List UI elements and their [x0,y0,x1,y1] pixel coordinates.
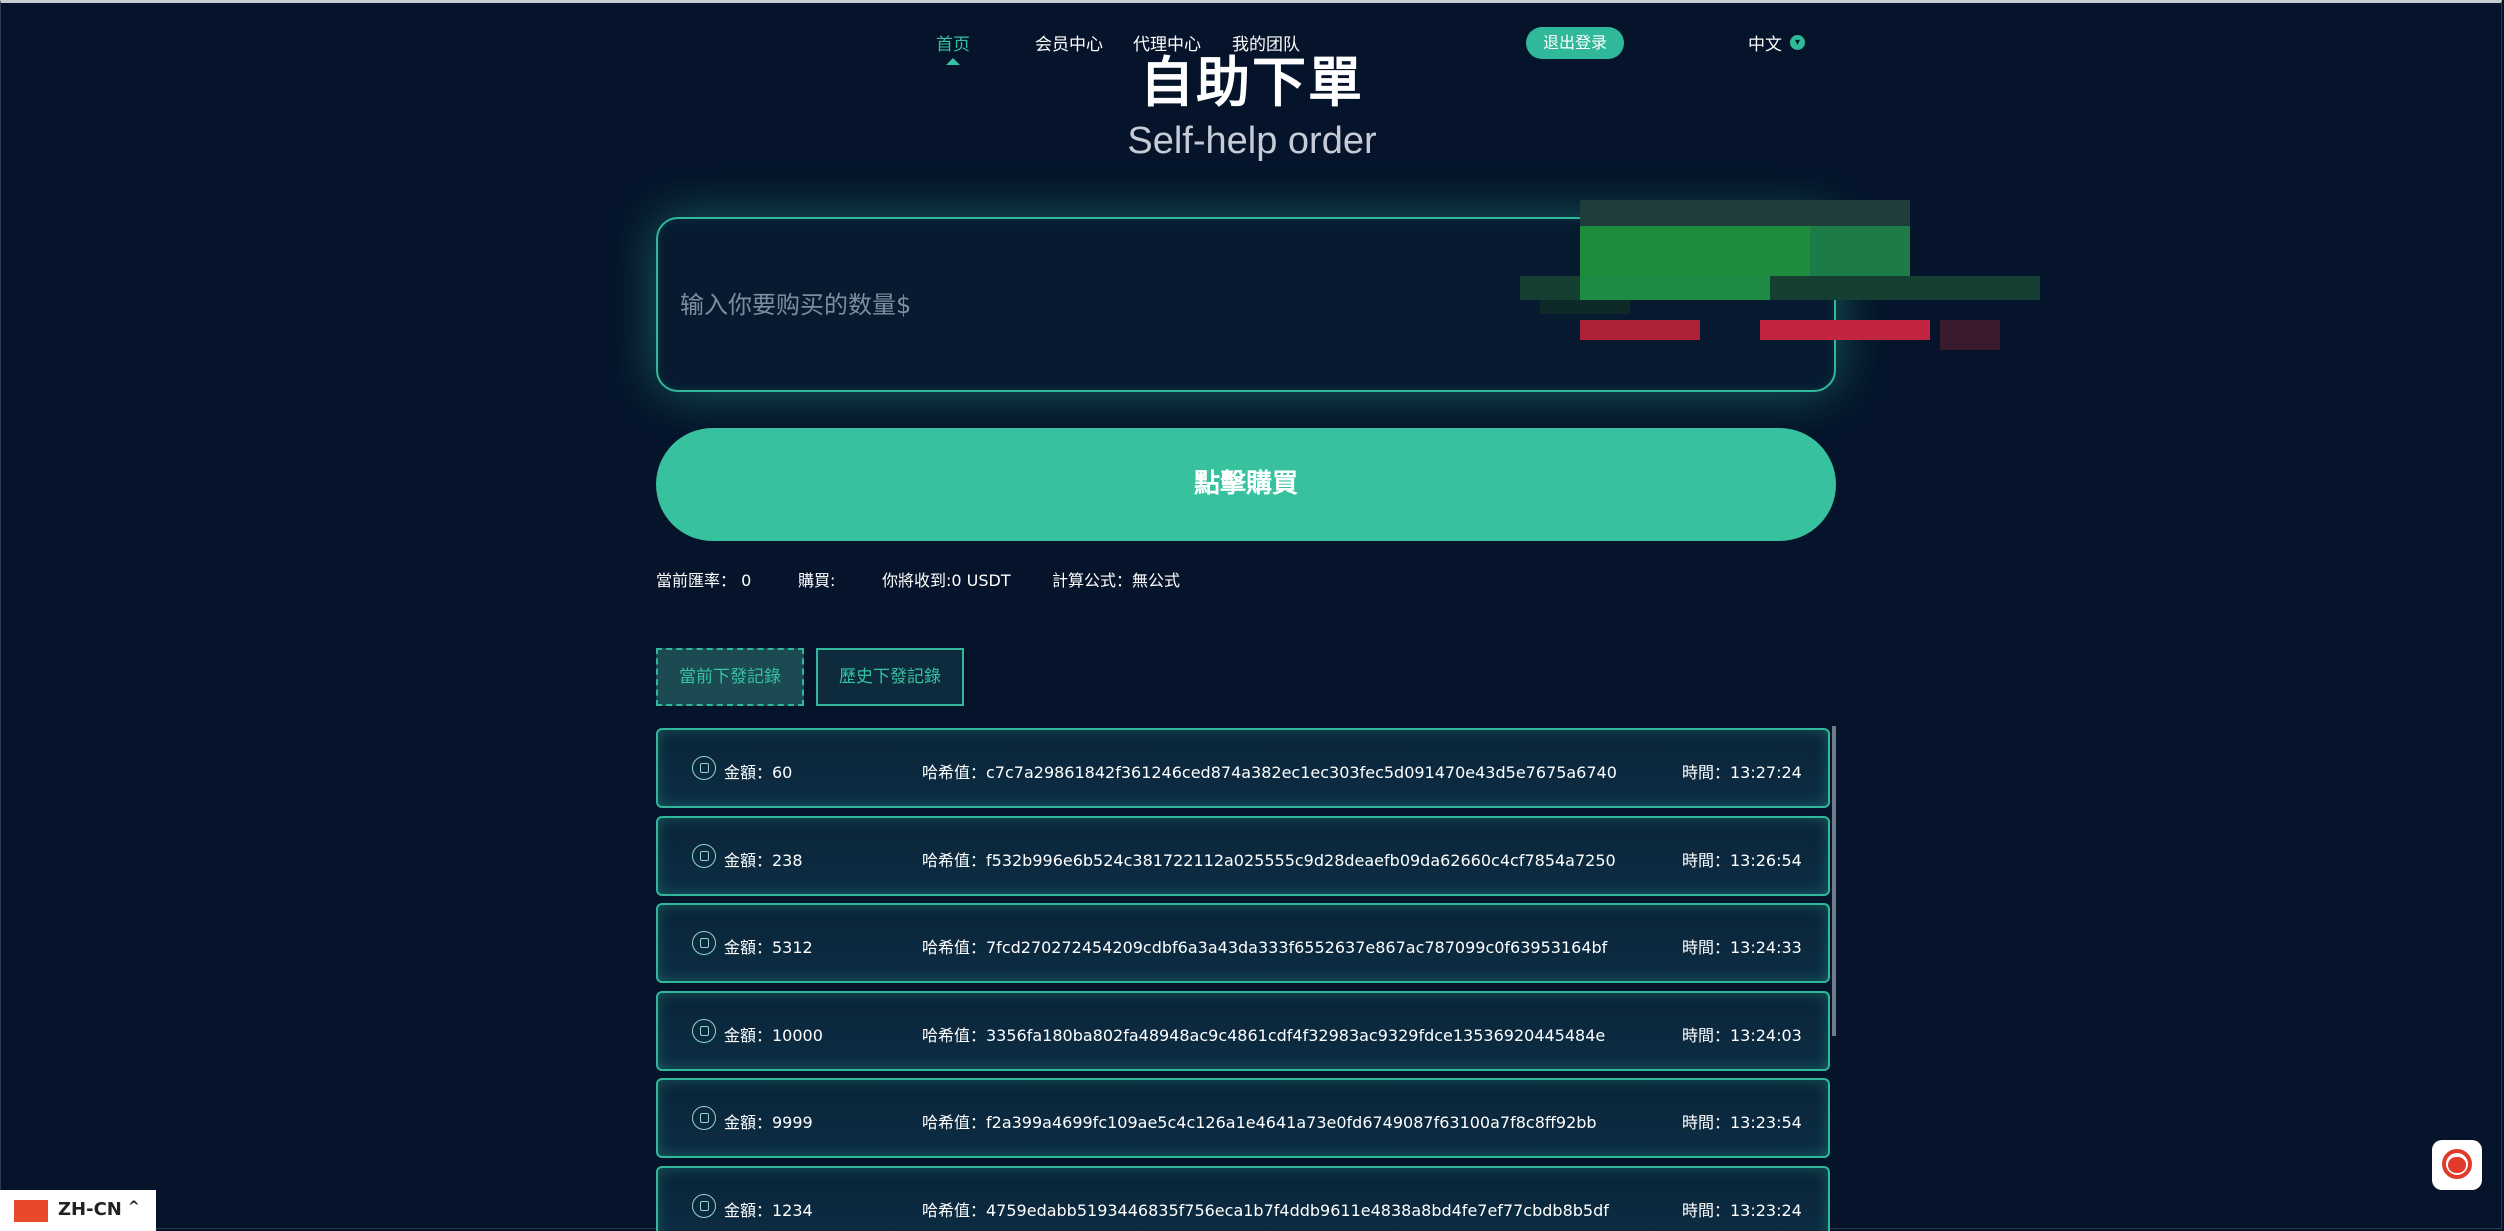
records-scrollbar[interactable] [1832,726,1836,1036]
record-time: 時間：13:24:03 [1682,1026,1802,1045]
record-row: 金額：9999 哈希值：f2a399a4699fc109ae5c4c126a1e… [656,1078,1830,1158]
record-amount: 金額：1234 [724,1201,813,1220]
lock-icon [692,1019,716,1043]
tab-current-records[interactable]: 當前下發記錄 [656,648,804,706]
records-list[interactable]: 金額：60 哈希值：c7c7a29861842f361246ced874a382… [656,728,1830,1231]
record-row: 金額：1234 哈希值：4759edabb5193446835f756eca1b… [656,1166,1830,1231]
record-row: 金額：238 哈希值：f532b996e6b524c381722112a0255… [656,816,1830,896]
record-amount: 金額：60 [724,763,793,782]
page-subtitle: Self-help order [1127,120,1377,162]
record-hash: 哈希值：f532b996e6b524c381722112a025555c9d28… [922,851,1616,870]
record-hash: 哈希值：4759edabb5193446835f756eca1b7f4ddb96… [922,1201,1609,1220]
china-flag-icon [14,1200,48,1222]
record-hash: 哈希值：f2a399a4699fc109ae5c4c126a1e4641a73e… [922,1113,1597,1132]
record-time: 時間：13:27:24 [1682,763,1802,782]
record-hash: 哈希值：c7c7a29861842f361246ced874a382ec1ec3… [922,763,1617,782]
record-time: 時間：13:24:33 [1682,938,1802,957]
lock-icon [692,844,716,868]
receive-amount: 你將收到:0 USDT [882,571,1011,590]
tab-history-records[interactable]: 歷史下發記錄 [816,648,964,706]
record-hash: 哈希值：3356fa180ba802fa48948ac9c4861cdf4f32… [922,1026,1606,1045]
record-amount: 金額：9999 [724,1113,813,1132]
record-row: 金額：10000 哈希值：3356fa180ba802fa48948ac9c48… [656,991,1830,1071]
language-switcher-label: ZH-CN [58,1199,122,1220]
record-time: 時間：13:23:24 [1682,1201,1802,1220]
support-avatar-icon [2448,1157,2466,1173]
lock-icon [692,1194,716,1218]
redacted-image [1520,200,2040,350]
record-amount: 金額：10000 [724,1026,823,1045]
page-title: 自助下單 [1140,51,1364,114]
calc-formula: 計算公式：無公式 [1052,571,1181,590]
record-row: 金額：60 哈希值：c7c7a29861842f361246ced874a382… [656,728,1830,808]
buy-amount: 購買: [798,571,836,590]
lock-icon [692,756,716,780]
exchange-rate: 當前匯率： 0 [656,571,752,590]
record-time: 時間：13:26:54 [1682,851,1802,870]
chevron-up-icon: ^ [128,1199,140,1215]
buy-button[interactable]: 點擊購買 [656,428,1836,541]
record-time: 時間：13:23:54 [1682,1113,1802,1132]
record-row: 金額：5312 哈希值：7fcd270272454209cdbf6a3a43da… [656,903,1830,983]
lock-icon [692,1106,716,1130]
lock-icon [692,931,716,955]
record-amount: 金額：5312 [724,938,813,957]
quantity-input[interactable] [678,289,1582,320]
customer-support-button[interactable] [2432,1140,2482,1190]
language-switcher[interactable]: ZH-CN ^ [0,1190,156,1231]
record-amount: 金額：238 [724,851,803,870]
record-hash: 哈希值：7fcd270272454209cdbf6a3a43da333f6552… [922,938,1608,957]
